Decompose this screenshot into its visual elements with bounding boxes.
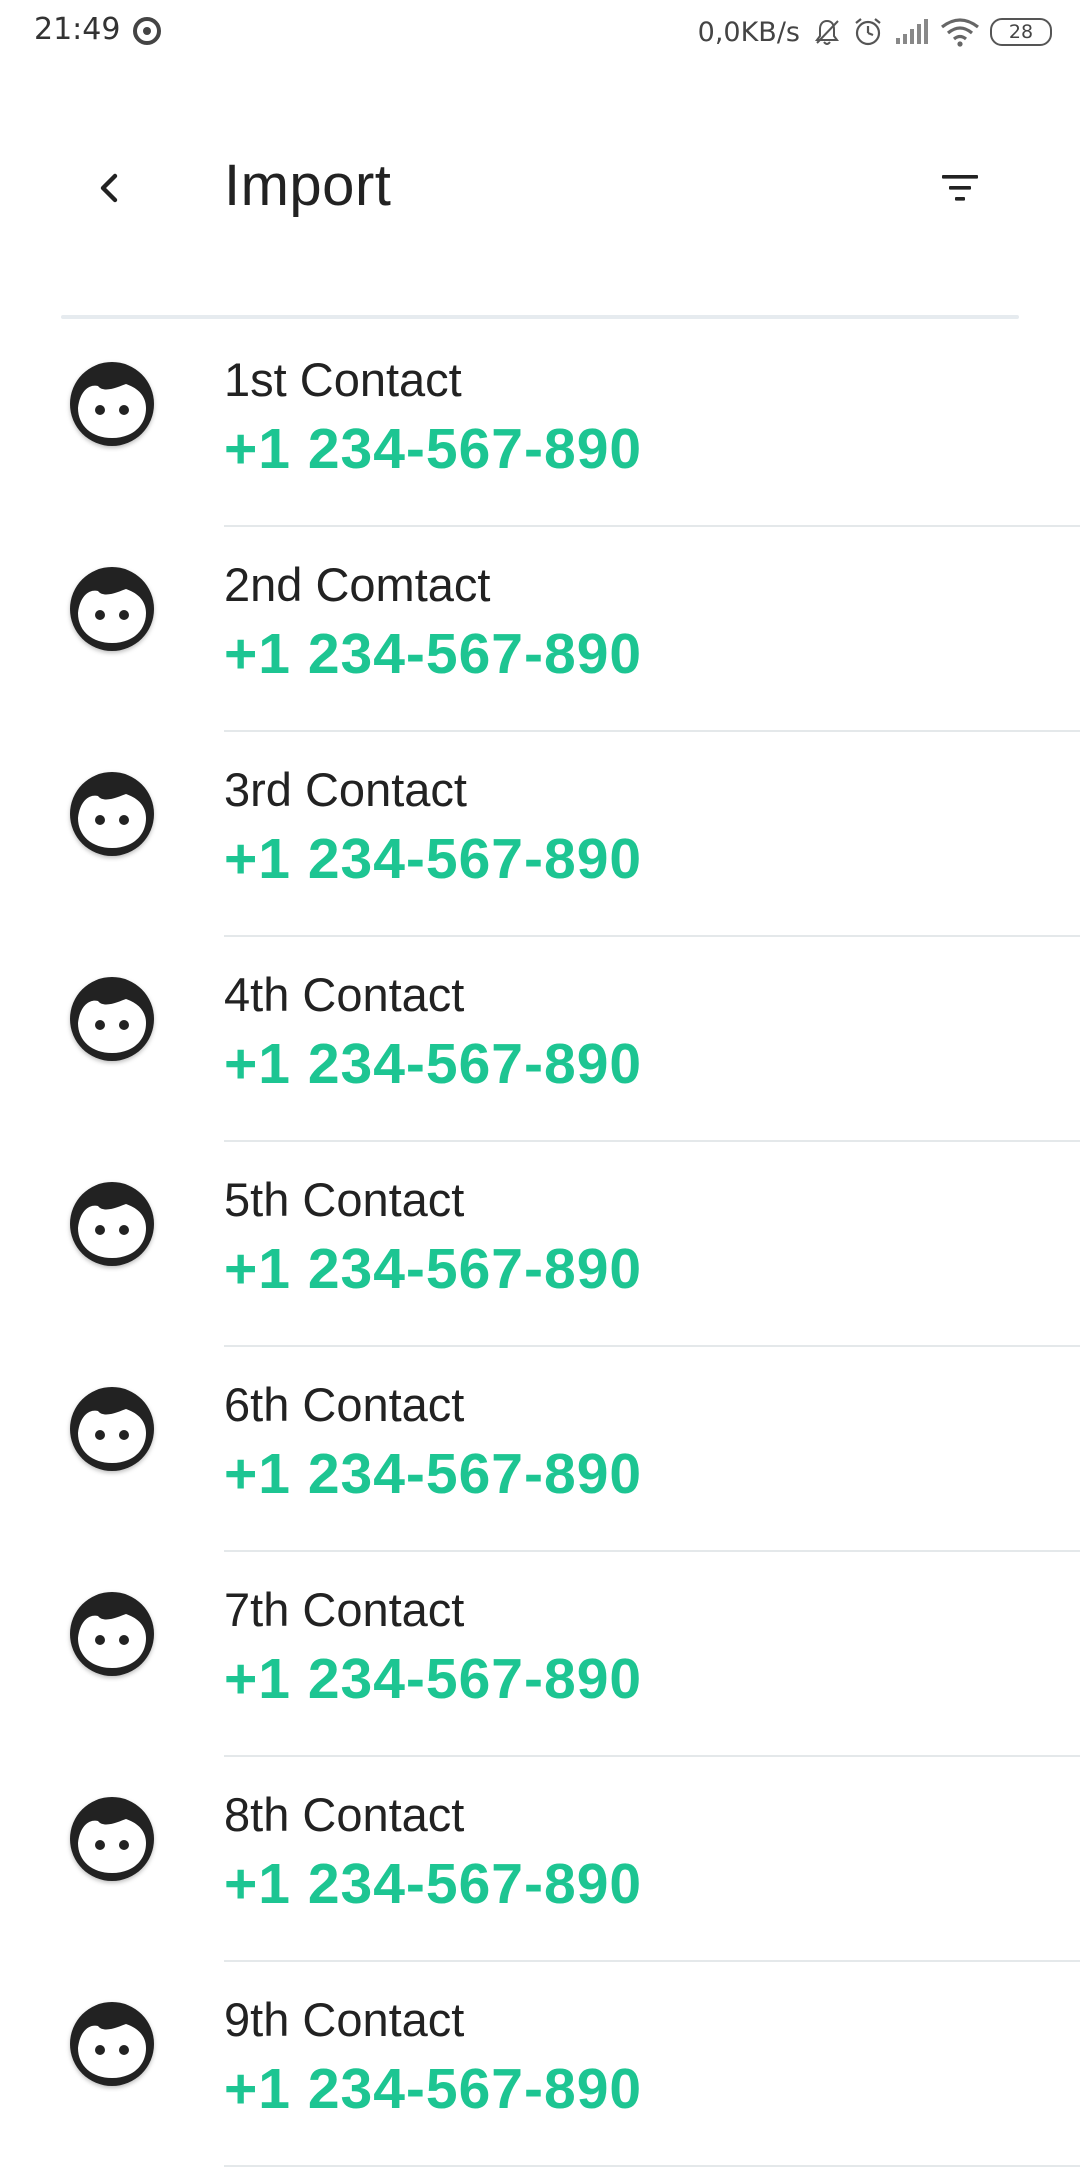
status-time: 21:49 [34,12,121,47]
contact-name: 7th Contact [224,1583,465,1636]
face-avatar-icon [64,1996,160,2092]
back-button[interactable] [78,157,144,223]
battery-level: 28 [1008,21,1034,43]
contact-list: 1st Contact +1 234-567-890 2nd Comtact +1 2… [0,322,1080,2167]
contact-phone: +1 234-567-890 [224,827,643,891]
filter-icon [940,171,980,210]
status-icons: 0,0KB/s 28 [698,10,1052,54]
contact-row[interactable]: 3rd Contact +1 234-567-890 [0,732,1080,937]
contact-phone: +1 234-567-890 [224,1237,643,1301]
page-title: Import [224,153,392,218]
contact-phone: +1 234-567-890 [224,417,643,481]
filter-button[interactable] [928,158,992,222]
alarm-icon [852,16,884,48]
contact-row[interactable]: 4th Contact +1 234-567-890 [0,937,1080,1142]
face-avatar-icon [64,1176,160,1272]
contact-name: 5th Contact [224,1173,465,1226]
contact-name: 2nd Comtact [224,558,491,611]
contact-row[interactable]: 9th Contact +1 234-567-890 [0,1962,1080,2167]
contact-phone: +1 234-567-890 [224,1852,643,1916]
contact-name: 6th Contact [224,1378,465,1431]
contact-name: 8th Contact [224,1788,465,1841]
contact-phone: +1 234-567-890 [224,622,643,686]
face-avatar-icon [64,766,160,862]
contact-name: 9th Contact [224,1993,465,2046]
header-divider [61,315,1019,319]
face-avatar-icon [64,561,160,657]
contact-row[interactable]: 1st Contact +1 234-567-890 [0,322,1080,527]
app-bar: Import [0,130,1080,250]
contact-name: 4th Contact [224,968,465,1021]
network-speed: 0,0KB/s [697,16,800,48]
sync-icon [132,16,162,46]
face-avatar-icon [64,1791,160,1887]
contact-row[interactable]: 2nd Comtact +1 234-567-890 [0,527,1080,732]
contact-phone: +1 234-567-890 [224,1647,643,1711]
contact-row[interactable]: 5th Contact +1 234-567-890 [0,1142,1080,1347]
contact-row[interactable]: 7th Contact +1 234-567-890 [0,1552,1080,1757]
face-avatar-icon [64,1586,160,1682]
chevron-left-icon [91,168,131,213]
face-avatar-icon [64,971,160,1067]
contact-phone: +1 234-567-890 [224,2057,643,2121]
status-bar: 21:49 0,0KB/s 28 [0,0,1080,64]
face-avatar-icon [64,356,160,452]
contact-name: 3rd Contact [224,763,467,816]
mute-bell-icon [812,17,842,47]
wifi-icon [940,17,980,47]
contact-phone: +1 234-567-890 [224,1442,643,1506]
contact-row[interactable]: 8th Contact +1 234-567-890 [0,1757,1080,1962]
contact-phone: +1 234-567-890 [224,1032,643,1096]
contact-row[interactable]: 6th Contact +1 234-567-890 [0,1347,1080,1552]
battery-icon: 28 [990,18,1052,46]
signal-icon [894,18,930,46]
contact-name: 1st Contact [224,353,462,406]
face-avatar-icon [64,1381,160,1477]
